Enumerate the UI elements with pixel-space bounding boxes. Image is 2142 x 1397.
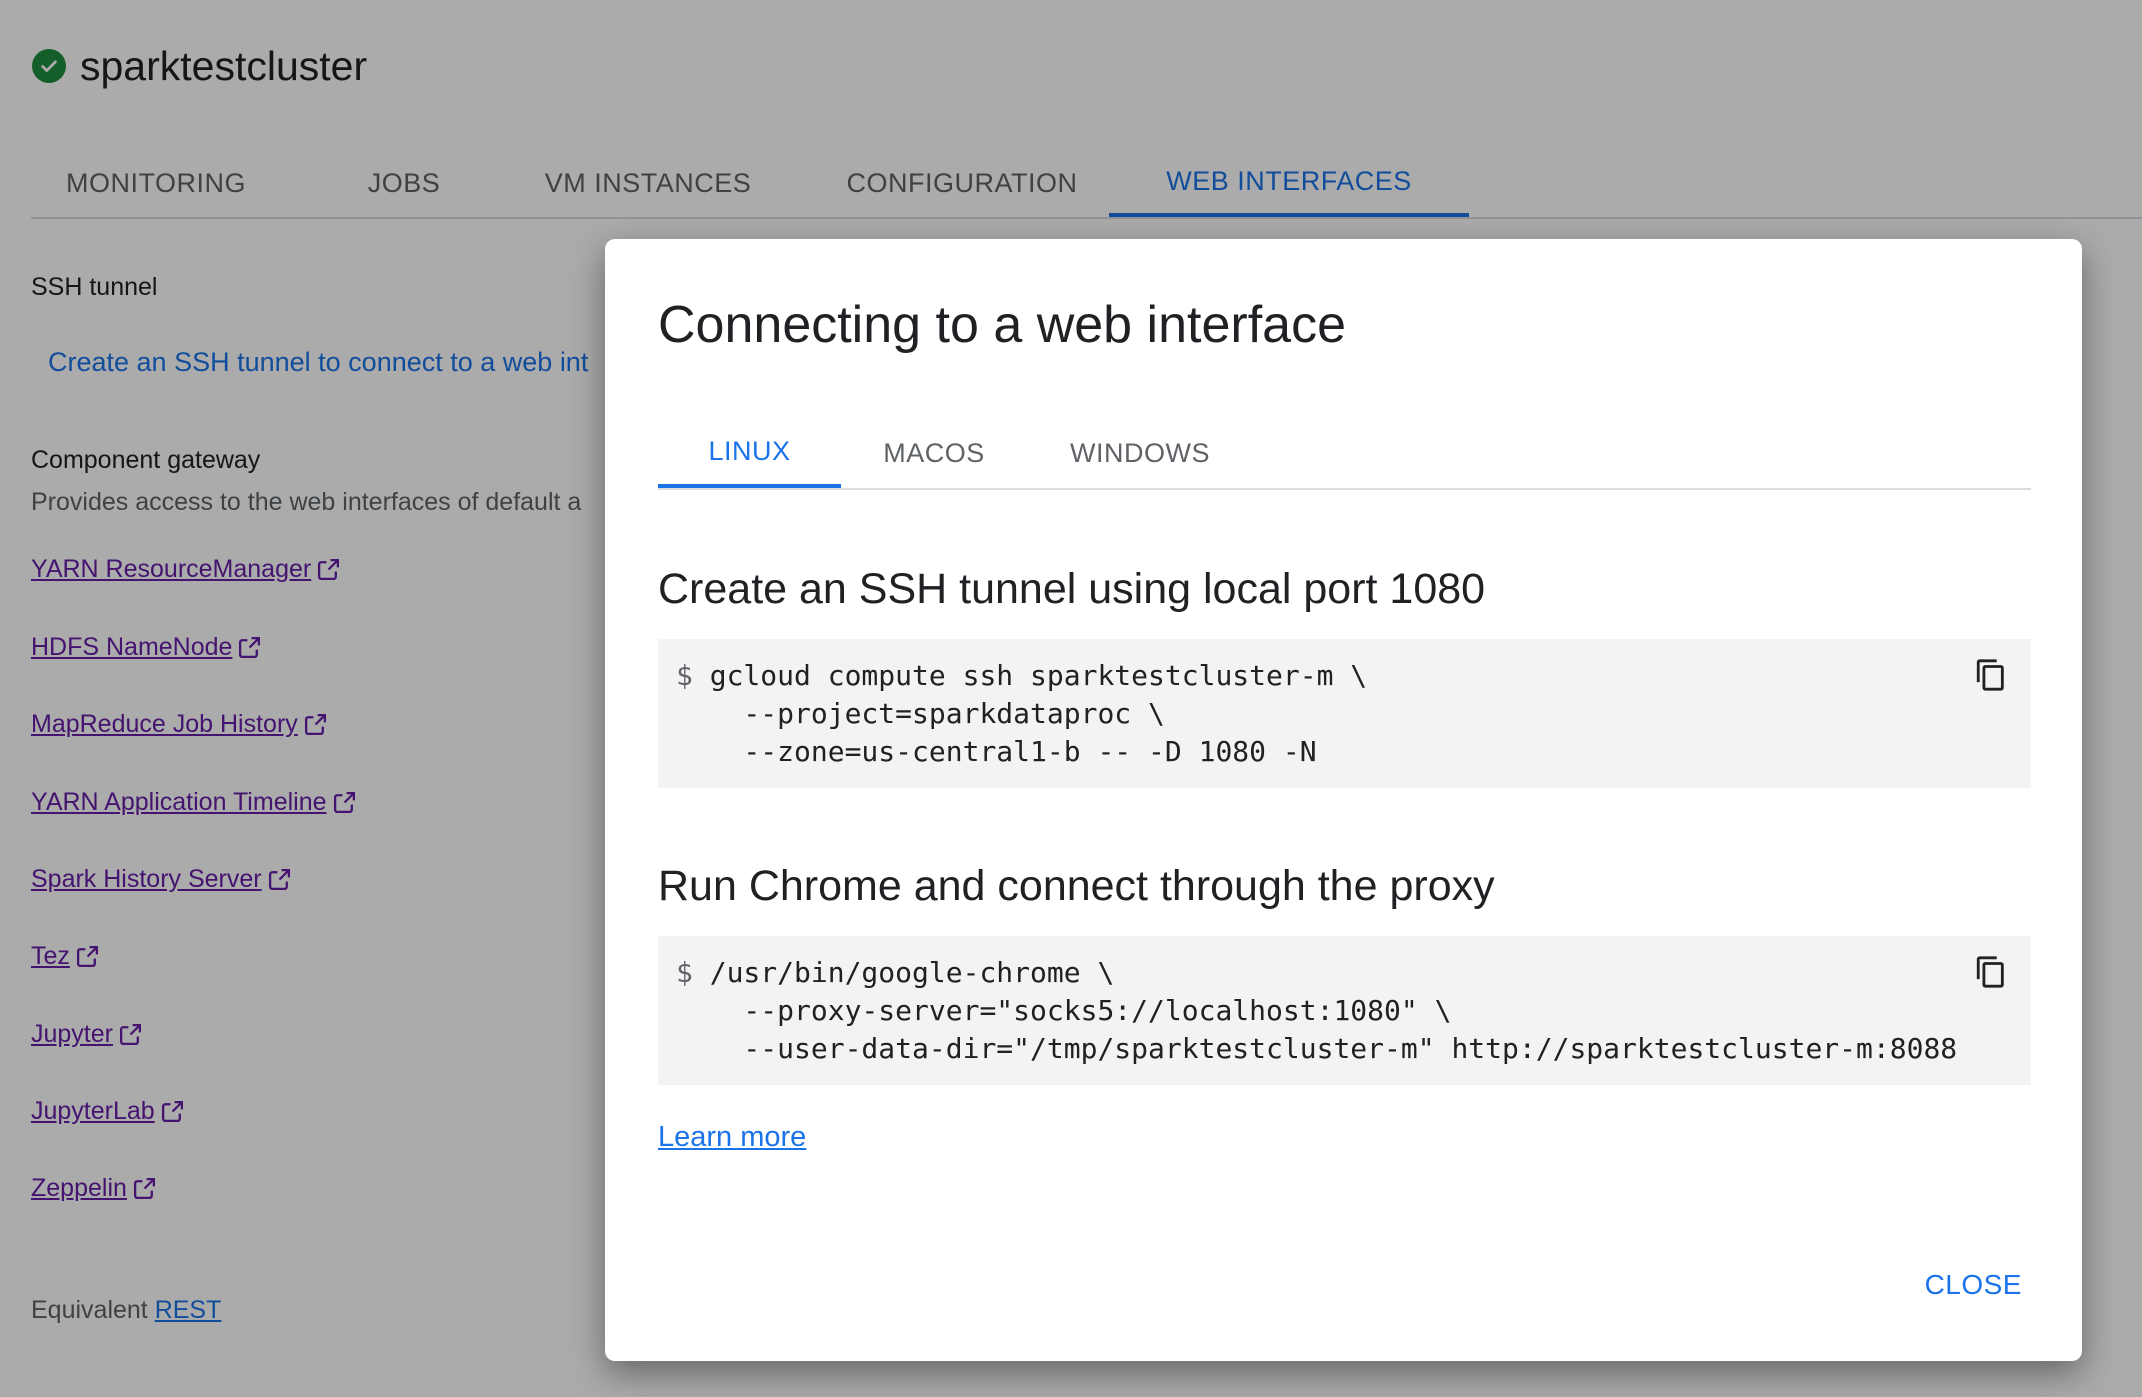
- close-button[interactable]: CLOSE: [1925, 1269, 2022, 1301]
- chrome-proxy-step-heading: Run Chrome and connect through the proxy: [658, 862, 1495, 910]
- code-line: --zone=us-central1-b -- -D 1080 -N: [676, 733, 2013, 771]
- tab-linux[interactable]: LINUX: [658, 419, 841, 488]
- tab-windows[interactable]: WINDOWS: [1027, 419, 1253, 488]
- code-text: --user-data-dir="/tmp/sparktestcluster-m…: [709, 1032, 1958, 1065]
- chrome-command-block: $ /usr/bin/google-chrome \ --proxy-serve…: [658, 936, 2031, 1085]
- code-line: --user-data-dir="/tmp/sparktestcluster-m…: [676, 1030, 2013, 1068]
- shell-prompt: $: [676, 956, 693, 989]
- code-line: $ /usr/bin/google-chrome \: [676, 954, 2013, 992]
- learn-more-link[interactable]: Learn more: [658, 1121, 806, 1154]
- copy-ssh-command-button[interactable]: [1971, 655, 2011, 695]
- copy-icon: [1976, 956, 2004, 988]
- copy-icon: [1976, 659, 2004, 691]
- code-line: $ gcloud compute ssh sparktestcluster-m …: [676, 657, 2013, 695]
- code-text: gcloud compute ssh sparktestcluster-m \: [709, 659, 1368, 692]
- tab-macos[interactable]: MACOS: [841, 419, 1027, 488]
- copy-chrome-command-button[interactable]: [1971, 952, 2011, 992]
- ssh-tunnel-step-heading: Create an SSH tunnel using local port 10…: [658, 565, 1486, 613]
- code-text: --project=sparkdataproc \: [709, 697, 1165, 730]
- os-tabs: LINUX MACOS WINDOWS: [658, 419, 2031, 490]
- code-text: --zone=us-central1-b -- -D 1080 -N: [709, 735, 1317, 768]
- code-line: --proxy-server="socks5://localhost:1080"…: [676, 992, 2013, 1030]
- code-text: /usr/bin/google-chrome \: [709, 956, 1115, 989]
- web-interface-dialog: Connecting to a web interface LINUX MACO…: [605, 239, 2082, 1361]
- code-line: --project=sparkdataproc \: [676, 695, 2013, 733]
- shell-prompt: $: [676, 659, 693, 692]
- code-text: --proxy-server="socks5://localhost:1080"…: [709, 994, 1452, 1027]
- ssh-command-block: $ gcloud compute ssh sparktestcluster-m …: [658, 639, 2031, 788]
- dialog-title: Connecting to a web interface: [658, 296, 1346, 354]
